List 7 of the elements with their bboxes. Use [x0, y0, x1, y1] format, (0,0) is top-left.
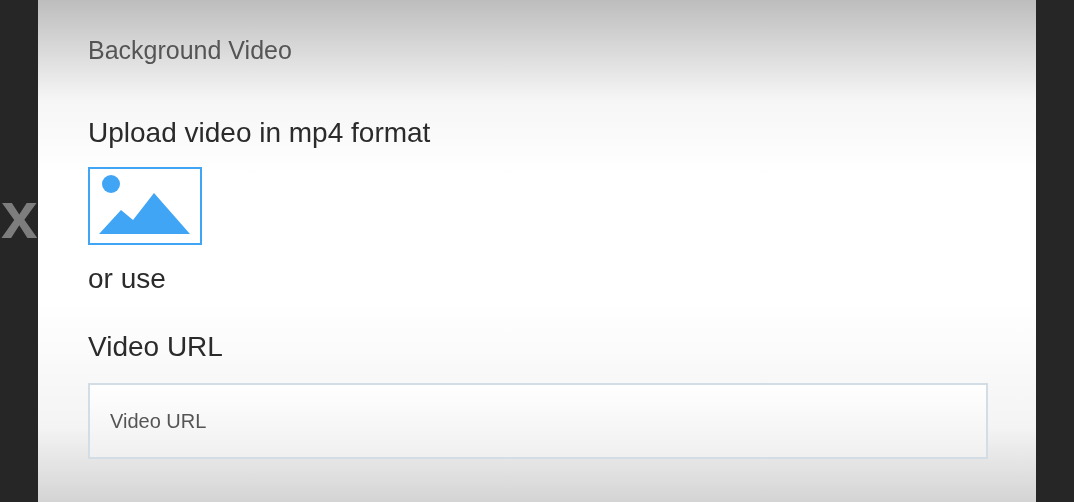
url-input-field[interactable]: Video URL — [88, 383, 988, 459]
or-text: or use — [88, 263, 167, 295]
upload-label: Upload video in mp4 format — [88, 117, 432, 149]
dialog-title: Background Video — [88, 36, 293, 65]
url-label: Video URL — [88, 331, 224, 363]
image-upload-button[interactable] — [88, 167, 202, 245]
background-text: x — [1, 182, 38, 248]
